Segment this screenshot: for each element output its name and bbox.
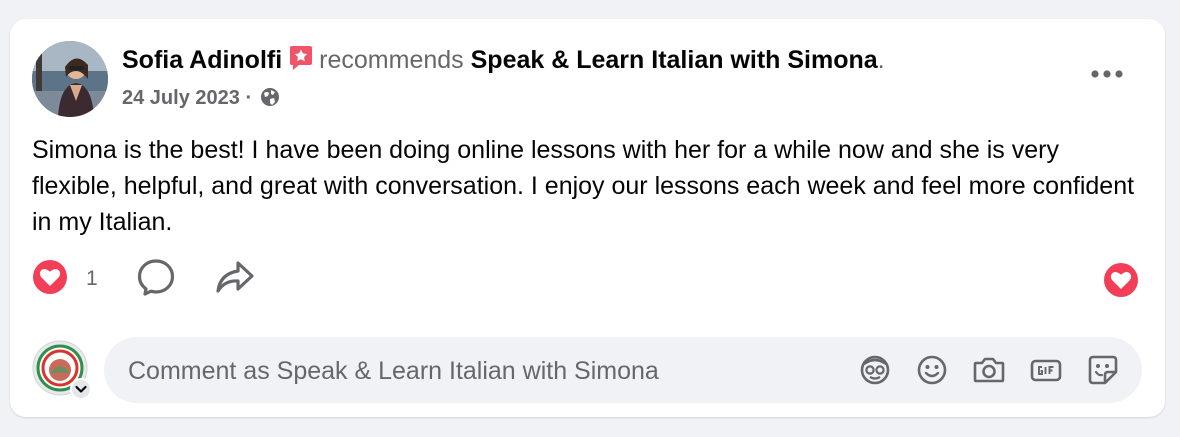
author-name[interactable]: Sofia Adinolfi xyxy=(122,46,282,74)
meta-separator: · xyxy=(245,87,253,109)
post-meta: 24 July 2023 · xyxy=(122,85,280,114)
sticker-icon[interactable] xyxy=(1084,351,1122,389)
comment-composer xyxy=(32,337,1142,405)
post-card: Sofia Adinolfi recommends Speak & Learn I… xyxy=(10,19,1165,417)
more-horizontal-icon xyxy=(1090,66,1124,84)
love-react-button[interactable] xyxy=(1103,262,1139,303)
post-body: Simona is the best! I have been doing on… xyxy=(32,136,1135,236)
reaction-count: 1 xyxy=(86,267,98,290)
commenter-avatar[interactable] xyxy=(32,340,92,400)
author-avatar[interactable] xyxy=(32,41,108,117)
post-date[interactable]: 24 July 2023 xyxy=(122,87,240,109)
comment-tools xyxy=(856,337,1122,403)
page-name-link[interactable]: Speak & Learn Italian with Simona xyxy=(471,46,878,74)
gif-icon[interactable] xyxy=(1027,351,1065,389)
recommend-badge-icon xyxy=(287,44,315,80)
page-suffix: . xyxy=(877,46,885,74)
comment-input[interactable] xyxy=(126,337,830,405)
recommends-text: recommends xyxy=(319,46,464,74)
post-header: Sofia Adinolfi recommends Speak & Learn I… xyxy=(122,44,885,80)
share-icon[interactable] xyxy=(214,257,256,302)
more-options-button[interactable] xyxy=(1089,63,1125,87)
avatar-sticker-icon[interactable] xyxy=(856,351,894,389)
globe-icon[interactable] xyxy=(260,87,280,114)
emoji-icon[interactable] xyxy=(913,351,951,389)
love-reaction-icon xyxy=(32,259,68,300)
comment-box xyxy=(104,337,1142,405)
post-actions: 1 xyxy=(32,257,256,301)
comment-icon[interactable] xyxy=(136,257,176,302)
love-reaction-icon xyxy=(1103,263,1139,302)
camera-icon[interactable] xyxy=(970,351,1008,389)
reaction-summary[interactable]: 1 xyxy=(32,259,98,300)
